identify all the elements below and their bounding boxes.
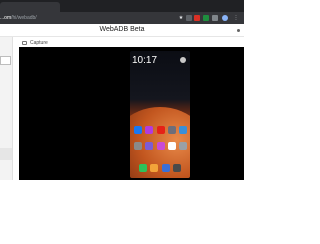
- browser-app-icon[interactable]: [162, 164, 170, 172]
- capture-button[interactable]: Capture: [22, 38, 48, 47]
- camera-app-icon[interactable]: [173, 164, 181, 172]
- security-app-icon[interactable]: [168, 126, 176, 134]
- messages-app-icon[interactable]: [150, 164, 158, 172]
- ext-green-icon[interactable]: [203, 15, 209, 21]
- clock-time: 10:17: [132, 55, 158, 66]
- capture-label: Capture: [30, 39, 48, 46]
- sidebar-item[interactable]: [0, 148, 12, 160]
- phone-app-icon[interactable]: [139, 164, 147, 172]
- menu-icon[interactable]: ⋮: [233, 15, 239, 21]
- weather-icon: [180, 57, 186, 63]
- ext-red-icon[interactable]: [194, 15, 200, 21]
- sync-icon[interactable]: [186, 15, 192, 21]
- browser-tab[interactable]: [0, 2, 60, 12]
- music-app-icon[interactable]: [157, 142, 165, 150]
- url-domain: ...om: [0, 15, 12, 21]
- camera-icon: [22, 40, 27, 45]
- facebook-app-icon[interactable]: [134, 126, 142, 134]
- messenger-app-icon[interactable]: [145, 126, 153, 134]
- page-background: [0, 180, 244, 244]
- device-screen[interactable]: 10:17: [130, 51, 190, 178]
- play-store-app-icon[interactable]: [168, 142, 176, 150]
- folder-app-icon[interactable]: [134, 142, 142, 150]
- address-bar[interactable]: ...om/hi/webadb/: [0, 14, 37, 22]
- sidebar-input[interactable]: [0, 56, 11, 65]
- gallery-app-icon[interactable]: [179, 126, 187, 134]
- star-icon[interactable]: ★: [178, 15, 184, 21]
- app-title: WebADB Beta: [99, 26, 145, 33]
- themes-app-icon[interactable]: [145, 142, 153, 150]
- ext-gray-icon[interactable]: [212, 15, 218, 21]
- app-menu-icon[interactable]: [237, 29, 240, 32]
- profile-icon[interactable]: [222, 15, 228, 21]
- youtube-app-icon[interactable]: [157, 126, 165, 134]
- settings-app-icon[interactable]: [179, 142, 187, 150]
- url-path: /hi/webadb/: [11, 15, 37, 21]
